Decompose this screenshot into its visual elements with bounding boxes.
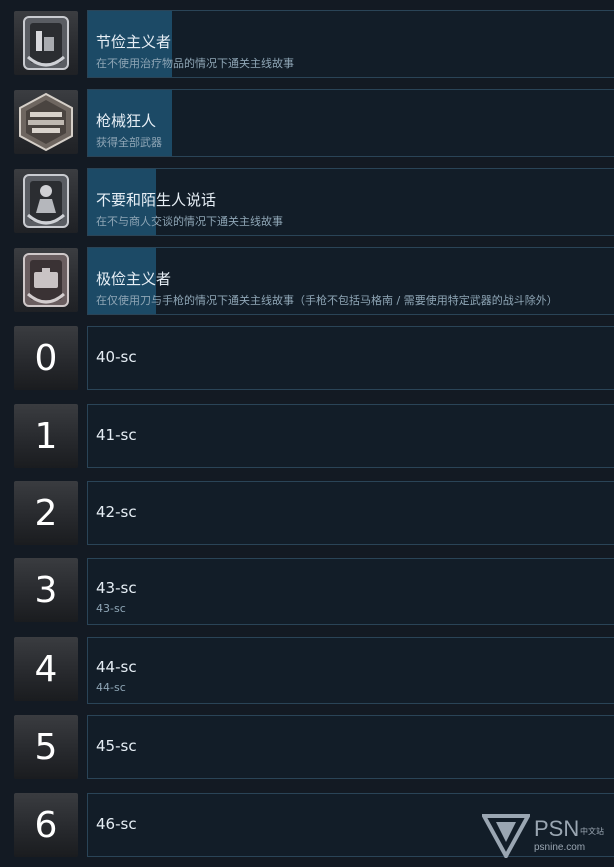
watermark-site: psnine.com bbox=[534, 842, 586, 853]
list-item-description: 44-sc bbox=[96, 681, 126, 694]
trophy-panel: 节俭主义者 在不使用治疗物品的情况下通关主线故事 bbox=[87, 10, 614, 78]
list-item[interactable]: 2 42-sc bbox=[0, 481, 614, 545]
psnine-watermark: PSN 中文站 psnine.com bbox=[480, 810, 612, 862]
list-item-panel: 45-sc bbox=[87, 715, 614, 779]
trophy-row[interactable]: 极俭主义者 在仅使用刀与手枪的情况下通关主线故事（手枪不包括马格南 / 需要使用… bbox=[0, 247, 614, 315]
trophy-panel: 不要和陌生人说话 在不与商人交谈的情况下通关主线故事 bbox=[87, 168, 614, 236]
list-item-panel: 41-sc bbox=[87, 404, 614, 468]
list-item-title: 45-sc bbox=[96, 737, 137, 755]
list-item-panel: 40-sc bbox=[87, 326, 614, 390]
merchant-laurel-badge-icon bbox=[14, 169, 78, 233]
list-item-panel: 44-sc 44-sc bbox=[87, 637, 614, 704]
trophy-description: 在仅使用刀与手枪的情况下通关主线故事（手枪不包括马格南 / 需要使用特定武器的战… bbox=[96, 294, 558, 307]
number-tile: 5 bbox=[14, 715, 78, 779]
list-item-panel: 42-sc bbox=[87, 481, 614, 545]
list-item-title: 40-sc bbox=[96, 348, 137, 366]
trophy-row[interactable]: 不要和陌生人说话 在不与商人交谈的情况下通关主线故事 bbox=[0, 168, 614, 236]
list-item-title: 44-sc bbox=[96, 658, 137, 676]
trophy-title: 极俭主义者 bbox=[96, 270, 172, 288]
watermark-brand-cn: 中文站 bbox=[580, 827, 604, 836]
psnine-logo-icon bbox=[480, 812, 532, 862]
list-item-title: 46-sc bbox=[96, 815, 137, 833]
list-item-title: 43-sc bbox=[96, 579, 137, 597]
firearms-hexagon-badge-icon bbox=[14, 90, 78, 154]
list-item-description: 43-sc bbox=[96, 602, 126, 615]
list-item[interactable]: 3 43-sc 43-sc bbox=[0, 558, 614, 625]
list-item-title: 41-sc bbox=[96, 426, 137, 444]
list-item[interactable]: 1 41-sc bbox=[0, 404, 614, 468]
trophy-panel: 枪械狂人 获得全部武器 bbox=[87, 89, 614, 157]
list-item[interactable]: 0 40-sc bbox=[0, 326, 614, 390]
list-item-title: 42-sc bbox=[96, 503, 137, 521]
trophy-panel: 极俭主义者 在仅使用刀与手枪的情况下通关主线故事（手枪不包括马格南 / 需要使用… bbox=[87, 247, 614, 315]
number-tile: 6 bbox=[14, 793, 78, 857]
number-tile: 2 bbox=[14, 481, 78, 545]
laurel-items-badge-icon bbox=[14, 11, 78, 75]
list-item[interactable]: 4 44-sc 44-sc bbox=[0, 637, 614, 704]
trophy-title: 枪械狂人 bbox=[96, 112, 157, 130]
trophy-row[interactable]: 枪械狂人 获得全部武器 bbox=[0, 89, 614, 157]
briefcase-laurel-badge-icon bbox=[14, 248, 78, 312]
list-item[interactable]: 5 45-sc bbox=[0, 715, 614, 779]
number-tile: 0 bbox=[14, 326, 78, 390]
trophy-description: 在不与商人交谈的情况下通关主线故事 bbox=[96, 215, 283, 228]
trophy-description: 在不使用治疗物品的情况下通关主线故事 bbox=[96, 57, 294, 70]
number-tile: 1 bbox=[14, 404, 78, 468]
number-tile: 4 bbox=[14, 637, 78, 701]
trophy-description: 获得全部武器 bbox=[96, 136, 162, 149]
list-item-panel: 43-sc 43-sc bbox=[87, 558, 614, 625]
watermark-brand: PSN bbox=[534, 816, 580, 841]
trophy-title: 节俭主义者 bbox=[96, 33, 172, 51]
number-tile: 3 bbox=[14, 558, 78, 622]
trophy-row[interactable]: 节俭主义者 在不使用治疗物品的情况下通关主线故事 bbox=[0, 10, 614, 78]
trophy-title: 不要和陌生人说话 bbox=[96, 191, 217, 209]
